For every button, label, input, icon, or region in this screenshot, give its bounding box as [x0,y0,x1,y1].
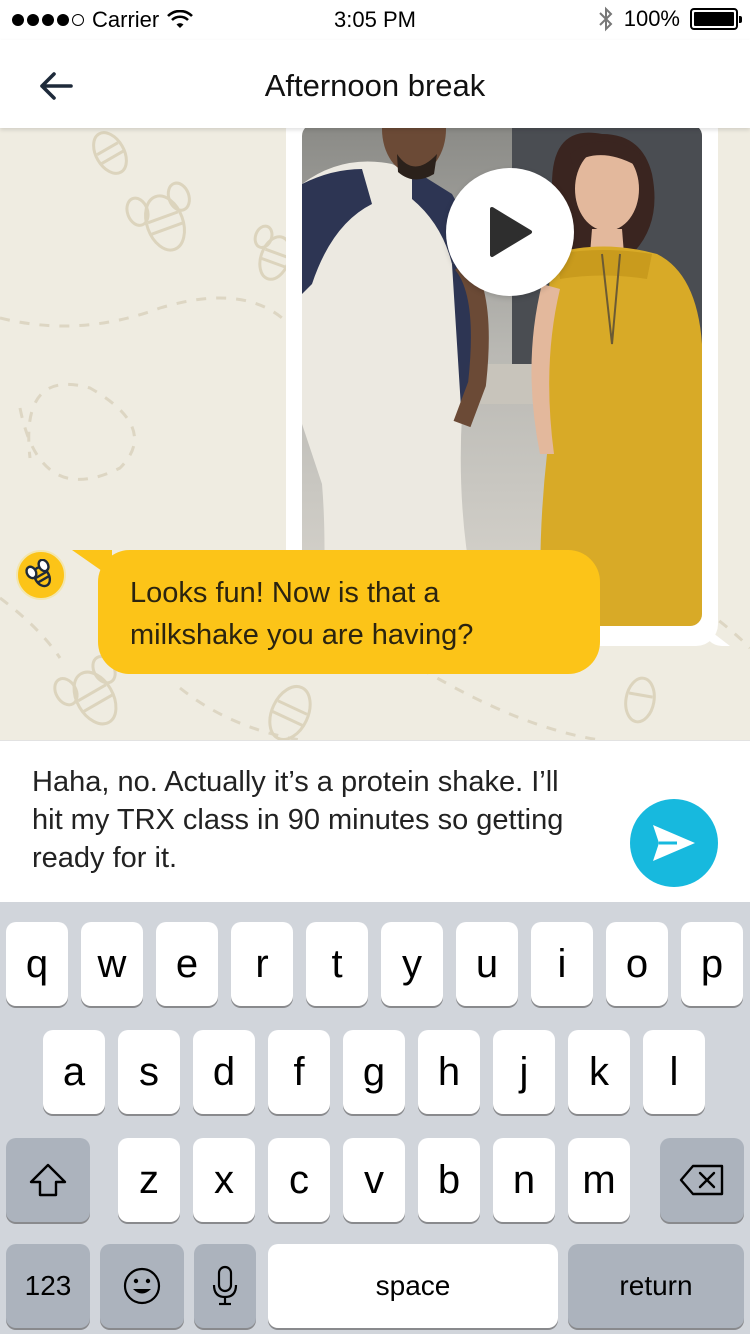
key-v[interactable]: v [343,1138,405,1222]
key-u[interactable]: u [456,922,518,1006]
key-d[interactable]: d [193,1030,255,1114]
key-m[interactable]: m [568,1138,630,1222]
key-i[interactable]: i [531,922,593,1006]
key-s[interactable]: s [118,1030,180,1114]
battery-icon [690,8,742,30]
microphone-icon [212,1265,238,1306]
message-input[interactable]: Haha, no. Actually it’s a protein shake.… [32,763,622,877]
key-z[interactable]: z [118,1138,180,1222]
battery-percent: 100% [623,6,680,31]
message-composer: Haha, no. Actually it’s a protein shake.… [0,740,750,902]
return-key[interactable]: return [568,1244,744,1328]
bot-avatar [16,550,66,600]
key-k[interactable]: k [568,1030,630,1114]
key-y[interactable]: y [381,922,443,1006]
key-b[interactable]: b [418,1138,480,1222]
numbers-key[interactable]: 123 [6,1244,90,1328]
key-w[interactable]: w [81,922,143,1006]
key-r[interactable]: r [231,922,293,1006]
key-t[interactable]: t [306,922,368,1006]
dictation-key[interactable] [194,1244,256,1328]
keyboard: q w e r t y u i o p a s d f g h j k l z … [0,902,750,1334]
key-c[interactable]: c [268,1138,330,1222]
send-icon [653,825,695,861]
key-o[interactable]: o [606,922,668,1006]
delete-key[interactable] [660,1138,744,1222]
key-p[interactable]: p [681,922,743,1006]
key-q[interactable]: q [6,922,68,1006]
bee-icon [25,559,52,588]
status-right: 100% [598,6,742,32]
emoji-icon [123,1267,161,1305]
emoji-key[interactable] [100,1244,184,1328]
shift-icon [29,1163,67,1197]
key-f[interactable]: f [268,1030,330,1114]
bluetooth-icon [599,6,613,32]
bot-message-line-1: Looks fun! Now is that a [130,577,440,609]
page-title: Afternoon break [264,68,486,103]
send-button[interactable] [630,799,718,887]
message-input-line-3: ready for it. [32,842,178,874]
play-button[interactable] [446,168,574,296]
chat-thread[interactable]: Looks fun! Now is that a milkshake you a… [0,128,750,740]
space-key[interactable]: space [268,1244,558,1328]
key-h[interactable]: h [418,1030,480,1114]
message-input-line-2: hit my TRX class in 90 minutes so gettin… [32,804,564,836]
key-e[interactable]: e [156,922,218,1006]
play-icon [490,207,532,257]
backspace-icon [679,1164,724,1196]
key-j[interactable]: j [493,1030,555,1114]
nav-bar: Afternoon break [0,40,750,128]
status-bar: Carrier 3:05 PM 100% [0,0,750,40]
key-a[interactable]: a [43,1030,105,1114]
key-l[interactable]: l [643,1030,705,1114]
shift-key[interactable] [6,1138,90,1222]
key-n[interactable]: n [493,1138,555,1222]
bot-message-line-2: milkshake you are having? [130,619,474,651]
message-input-line-1: Haha, no. Actually it’s a protein shake.… [32,766,559,798]
bot-message-bubble: Looks fun! Now is that a milkshake you a… [98,550,600,674]
key-g[interactable]: g [343,1030,405,1114]
key-x[interactable]: x [193,1138,255,1222]
